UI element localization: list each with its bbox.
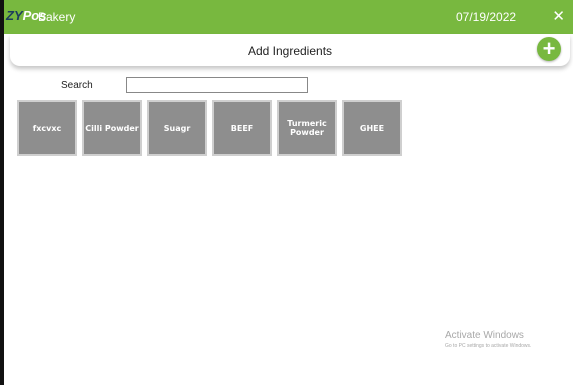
ingredient-tile[interactable]: fxcvxc xyxy=(17,100,77,156)
page-title: Add Ingredients xyxy=(247,44,333,58)
app-name: Bakery xyxy=(38,10,76,24)
close-icon[interactable]: ✕ xyxy=(552,7,565,25)
ingredient-tile[interactable]: GHEE xyxy=(342,100,402,156)
date-display: 07/19/2022 xyxy=(456,10,517,24)
ingredient-tile[interactable]: Turmeric Powder xyxy=(277,100,337,156)
watermark-title: Activate Windows xyxy=(445,330,524,341)
watermark-subtitle: Go to PC settings to activate Windows. xyxy=(445,343,532,349)
search-input[interactable] xyxy=(126,77,308,93)
activate-windows-watermark: Activate Windows Go to PC settings to ac… xyxy=(445,330,531,349)
ingredient-tile[interactable]: BEEF xyxy=(212,100,272,156)
ingredient-tile[interactable]: Cilli Powder xyxy=(82,100,142,156)
search-label: Search xyxy=(61,80,93,91)
add-ingredient-button[interactable]: + xyxy=(537,37,561,61)
header-bar: Add Ingredients xyxy=(10,34,570,66)
ingredient-tile[interactable]: Suagr xyxy=(147,100,207,156)
title-bar: ZYPos Bakery 07/19/2022 ✕ xyxy=(4,0,573,34)
window-frame-edge xyxy=(0,0,4,385)
